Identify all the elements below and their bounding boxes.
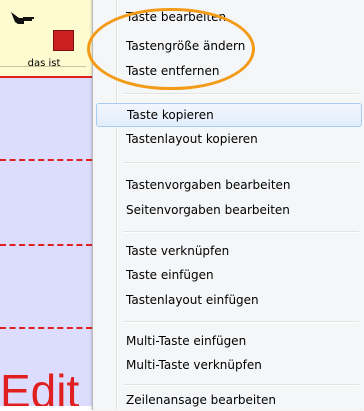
menu-item-paste-layout[interactable]: Tastenlayout einfügen xyxy=(96,289,362,311)
menu-item-copy-layout[interactable]: Tastenlayout kopieren xyxy=(96,128,362,150)
menu-item-edit-row-announcement[interactable]: Zeilenansage bearbeiten xyxy=(96,389,362,411)
menu-item-insert-multi-button[interactable]: Multi-Taste einfügen xyxy=(96,330,362,352)
grid-button-label: das ist xyxy=(27,58,61,69)
menu-item-label: Taste bearbeiten xyxy=(126,10,227,24)
context-menu: Taste bearbeiten Tastengröße ändern Tast… xyxy=(92,0,364,410)
edit-mode-text: Edit xyxy=(0,365,80,406)
menu-item-label: Multi-Taste einfügen xyxy=(126,334,247,348)
menu-item-label: Tastengröße ändern xyxy=(126,39,246,53)
menu-item-label: Multi-Taste verknüpfen xyxy=(126,358,262,372)
grid-button-das-ist[interactable]: das ist xyxy=(0,0,92,78)
grid-button-empty[interactable] xyxy=(0,78,92,161)
menu-separator xyxy=(123,93,359,95)
menu-separator xyxy=(123,321,359,323)
grid-button-empty[interactable] xyxy=(0,161,92,246)
menu-item-label: Tastenlayout einfügen xyxy=(126,293,259,307)
menu-item-edit-button[interactable]: Taste bearbeiten xyxy=(96,6,362,28)
menu-item-label: Taste einfügen xyxy=(126,268,214,282)
menu-item-label: Seitenvorgaben bearbeiten xyxy=(126,203,290,217)
menu-item-link-button[interactable]: Taste verknüpfen xyxy=(96,240,362,262)
menu-item-resize-button[interactable]: Tastengröße ändern xyxy=(96,35,362,57)
grid-button-empty[interactable] xyxy=(0,246,92,329)
menu-item-edit-button-defaults[interactable]: Tastenvorgaben bearbeiten xyxy=(96,174,362,196)
button-grid: das ist Edit xyxy=(0,0,100,406)
menu-item-label: Zeilenansage bearbeiten xyxy=(126,393,276,407)
menu-separator xyxy=(123,231,359,233)
menu-item-label: Tastenlayout kopieren xyxy=(126,132,258,146)
menu-item-label: Tastenvorgaben bearbeiten xyxy=(126,178,291,192)
menu-item-label: Taste kopieren xyxy=(127,108,214,122)
menu-item-label: Taste entfernen xyxy=(126,64,220,78)
menu-item-edit-page-defaults[interactable]: Seitenvorgaben bearbeiten xyxy=(96,199,362,221)
menu-separator xyxy=(123,162,359,164)
menu-separator xyxy=(123,384,359,386)
menu-item-label: Taste verknüpfen xyxy=(126,244,230,258)
red-square-symbol xyxy=(53,30,74,51)
menu-item-copy-button[interactable]: Taste kopieren xyxy=(96,103,362,127)
menu-item-link-multi-button[interactable]: Multi-Taste verknüpfen xyxy=(96,354,362,376)
menu-item-paste-button[interactable]: Taste einfügen xyxy=(96,264,362,286)
pointing-hand-icon xyxy=(11,12,34,24)
menu-item-remove-button[interactable]: Taste entfernen xyxy=(96,60,362,82)
